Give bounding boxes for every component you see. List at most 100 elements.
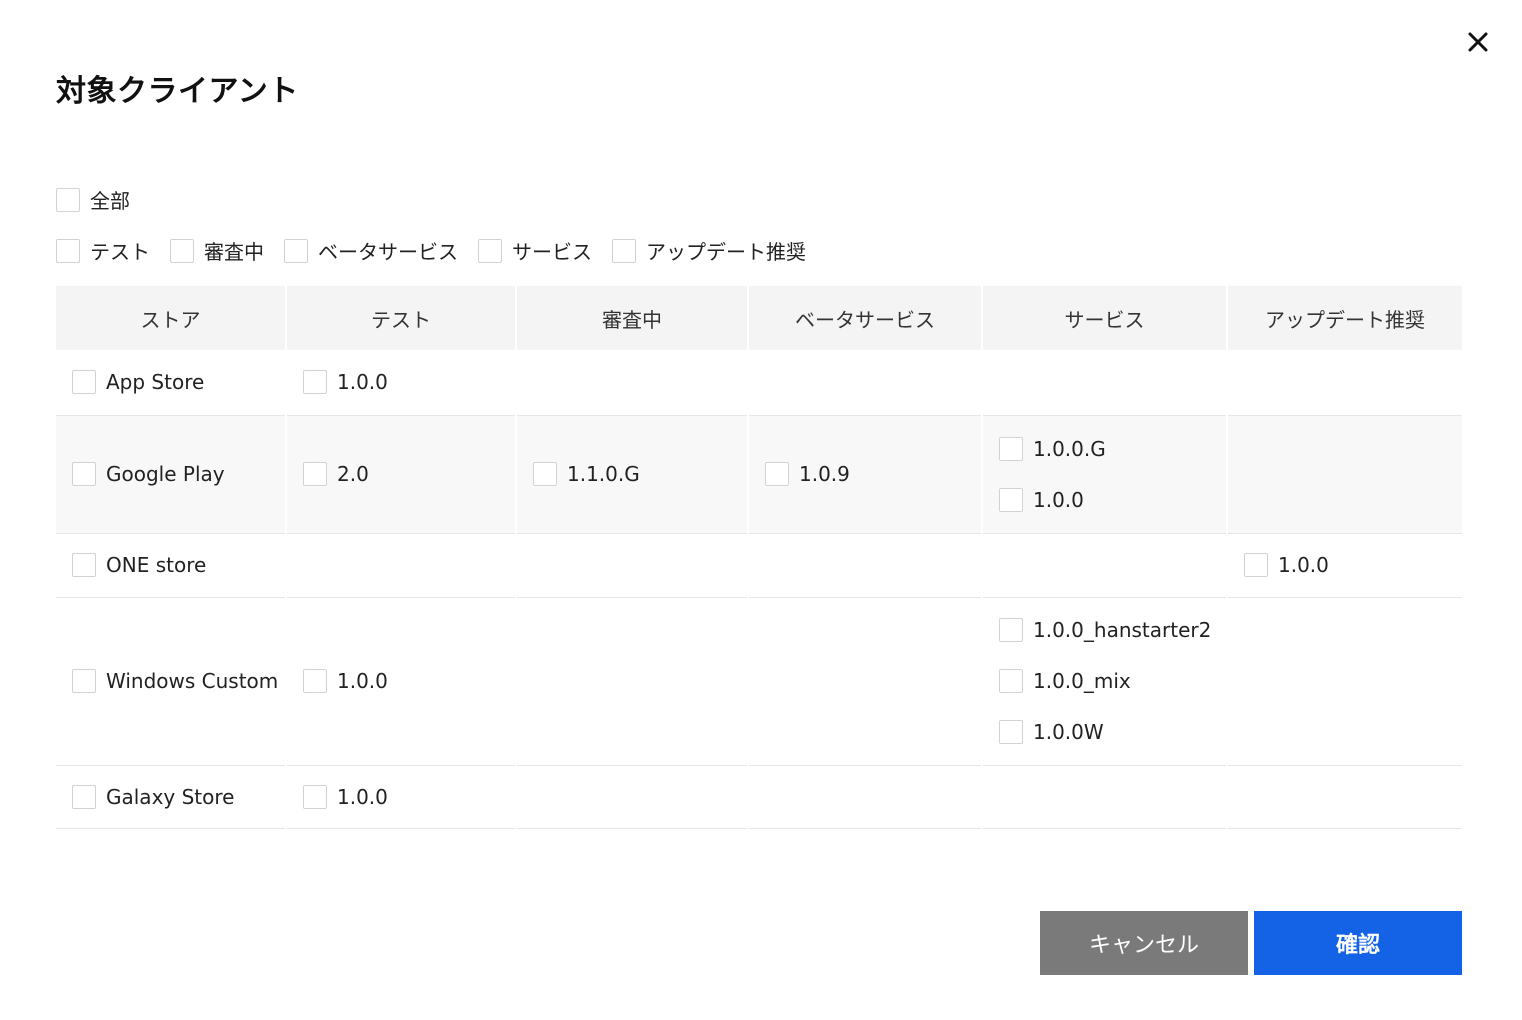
test-cell: 1.0.0 (286, 765, 517, 829)
version-checkbox[interactable] (303, 784, 327, 809)
filter-test-option[interactable]: テスト (56, 236, 150, 265)
filter-review-option[interactable]: 審査中 (170, 236, 264, 265)
filter-service-checkbox[interactable] (478, 238, 502, 263)
test-cell: 1.0.0 (286, 597, 517, 766)
client-version-table: ストア テスト 審査中 ベータサービス サービス アップデート推奨 App St… (56, 286, 1462, 829)
store-cell: ONE store (56, 533, 287, 598)
version-option[interactable]: 1.0.0 (303, 370, 515, 395)
filter-beta-option[interactable]: ベータサービス (284, 236, 458, 265)
version-checkbox[interactable] (1244, 553, 1268, 577)
update-cell (1227, 350, 1462, 416)
version-label: 1.1.0.G (567, 462, 640, 486)
filter-service-option[interactable]: サービス (478, 236, 592, 265)
version-label: 1.0.0.G (1033, 436, 1106, 461)
service-cell (982, 765, 1228, 829)
version-checkbox[interactable] (303, 462, 327, 486)
version-option[interactable]: 1.0.0 (303, 784, 515, 809)
version-checkbox[interactable] (765, 462, 789, 486)
test-cell (286, 533, 517, 598)
version-checkbox[interactable] (999, 436, 1023, 461)
version-checkbox[interactable] (999, 487, 1023, 512)
beta-cell (748, 597, 983, 766)
version-label: 1.0.0 (337, 370, 388, 395)
version-option[interactable]: 2.0 (303, 462, 515, 486)
version-label: 1.0.0 (337, 669, 388, 693)
cancel-button[interactable]: キャンセル (1040, 911, 1248, 975)
version-option[interactable]: 1.0.0 (999, 487, 1226, 512)
service-cell (982, 533, 1228, 598)
store-checkbox[interactable] (72, 462, 96, 486)
version-checkbox[interactable] (999, 669, 1023, 693)
dialog-title: 対象クライアント (56, 74, 299, 109)
version-label: 1.0.0W (1033, 720, 1104, 744)
store-label: Galaxy Store (106, 784, 235, 809)
version-option[interactable]: 1.0.0 (303, 669, 515, 693)
beta-cell (748, 765, 983, 829)
store-option[interactable]: Google Play (72, 462, 285, 486)
beta-cell (748, 350, 983, 416)
filter-test-label: テスト (90, 240, 150, 264)
close-icon (1468, 32, 1488, 52)
select-all-checkbox[interactable] (56, 187, 80, 212)
filter-beta-checkbox[interactable] (284, 238, 308, 263)
version-checkbox[interactable] (999, 618, 1023, 642)
test-cell: 2.0 (286, 415, 517, 534)
filter-test-checkbox[interactable] (56, 238, 80, 263)
header-update: アップデート推奨 (1227, 286, 1462, 350)
store-cell: Google Play (56, 415, 287, 534)
store-label: ONE store (106, 553, 207, 577)
version-option[interactable]: 1.0.0_mix (999, 669, 1226, 693)
service-cell: 1.0.0.G 1.0.0 (982, 415, 1228, 534)
version-label: 2.0 (337, 462, 369, 486)
store-option[interactable]: App Store (72, 370, 285, 395)
filter-beta-label: ベータサービス (318, 240, 458, 264)
filter-update-option[interactable]: アップデート推奨 (612, 236, 806, 265)
store-checkbox[interactable] (72, 553, 96, 577)
filter-review-checkbox[interactable] (170, 238, 194, 263)
version-label: 1.0.0_mix (1033, 669, 1131, 693)
update-cell (1227, 415, 1462, 534)
status-filter-group: テスト 審査中 ベータサービス サービス アップデート推奨 (56, 236, 826, 265)
version-label: 1.0.0_hanstarter2 (1033, 618, 1212, 642)
version-option[interactable]: 1.0.0_hanstarter2 (999, 618, 1226, 642)
version-label: 1.0.0 (337, 784, 388, 809)
header-store: ストア (56, 286, 287, 350)
service-cell (982, 350, 1228, 416)
beta-cell: 1.0.9 (748, 415, 983, 534)
version-option[interactable]: 1.1.0.G (533, 462, 747, 486)
store-option[interactable]: Windows Custom (72, 669, 285, 693)
header-review: 審査中 (516, 286, 749, 350)
review-cell (516, 597, 749, 766)
filter-review-label: 審査中 (204, 240, 264, 264)
store-checkbox[interactable] (72, 370, 96, 395)
store-option[interactable]: Galaxy Store (72, 784, 285, 809)
version-checkbox[interactable] (533, 462, 557, 486)
version-checkbox[interactable] (999, 720, 1023, 744)
review-cell: 1.1.0.G (516, 415, 749, 534)
version-list: 1.0.0.G 1.0.0 (999, 436, 1226, 512)
review-cell (516, 350, 749, 416)
beta-cell (748, 533, 983, 598)
update-cell (1227, 597, 1462, 766)
version-checkbox[interactable] (303, 669, 327, 693)
confirm-button[interactable]: 確認 (1254, 911, 1462, 975)
version-label: 1.0.9 (799, 462, 850, 486)
store-label: App Store (106, 370, 205, 395)
close-button[interactable] (1462, 26, 1494, 58)
select-all-label: 全部 (90, 189, 130, 213)
service-cell: 1.0.0_hanstarter2 1.0.0_mix 1.0.0W (982, 597, 1228, 766)
filter-service-label: サービス (512, 240, 592, 264)
select-all-option[interactable]: 全部 (56, 185, 130, 214)
store-checkbox[interactable] (72, 669, 96, 693)
version-option[interactable]: 1.0.9 (765, 462, 981, 486)
version-checkbox[interactable] (303, 370, 327, 395)
header-test: テスト (286, 286, 517, 350)
version-option[interactable]: 1.0.0W (999, 720, 1226, 744)
store-checkbox[interactable] (72, 784, 96, 809)
version-option[interactable]: 1.0.0.G (999, 436, 1226, 461)
table-header-row: ストア テスト 審査中 ベータサービス サービス アップデート推奨 (56, 286, 1462, 350)
table-row-galaxy-store: Galaxy Store 1.0.0 (56, 765, 1462, 829)
version-option[interactable]: 1.0.0 (1244, 553, 1462, 577)
filter-update-checkbox[interactable] (612, 238, 636, 263)
store-option[interactable]: ONE store (72, 553, 285, 577)
